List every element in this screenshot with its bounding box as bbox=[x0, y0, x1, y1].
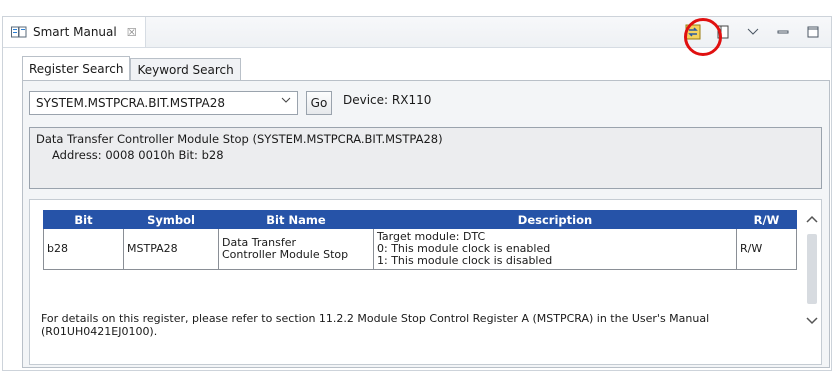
view-titlebar: Smart Manual ☒ bbox=[3, 17, 831, 48]
maximize-icon[interactable] bbox=[805, 24, 821, 40]
minimize-icon[interactable] bbox=[775, 24, 791, 40]
tab-register-search[interactable]: Register Search bbox=[22, 56, 131, 80]
scrollbar-thumb[interactable] bbox=[807, 234, 817, 304]
register-bit-table: Bit Symbol Bit Name Description R/W b28 … bbox=[43, 210, 797, 270]
cell-symbol: MSTPA28 bbox=[123, 228, 219, 270]
link-with-editor-icon[interactable] bbox=[685, 24, 701, 40]
cell-bit-name: Data Transfer Controller Module Stop bbox=[218, 228, 374, 270]
vertical-scrollbar[interactable] bbox=[803, 200, 821, 364]
register-detail-area: Bit Symbol Bit Name Description R/W b28 … bbox=[29, 199, 822, 365]
view-tab-label: Smart Manual bbox=[33, 25, 117, 39]
cell-rw: R/W bbox=[736, 228, 797, 270]
bit-name-line: Controller Module Stop bbox=[222, 248, 349, 261]
manual-reference-note: For details on this register, please ref… bbox=[41, 312, 781, 338]
header-bit-name: Bit Name bbox=[218, 210, 374, 229]
search-tabs: Register Search Keyword Search bbox=[22, 56, 241, 80]
register-search-panel: SYSTEM.MSTPCRA.BIT.MSTPA28 Go Device: RX… bbox=[22, 80, 830, 368]
tab-keyword-search[interactable]: Keyword Search bbox=[130, 58, 241, 80]
header-rw: R/W bbox=[736, 210, 797, 229]
go-button[interactable]: Go bbox=[306, 91, 332, 115]
smart-manual-view-icon bbox=[11, 24, 27, 40]
reference-line: (R01UH0421EJ0100). bbox=[41, 325, 158, 338]
header-description: Description bbox=[373, 210, 737, 229]
register-select-value: SYSTEM.MSTPCRA.BIT.MSTPA28 bbox=[36, 96, 225, 110]
scroll-up-icon[interactable] bbox=[805, 214, 819, 228]
close-icon[interactable]: ☒ bbox=[127, 26, 137, 39]
register-select[interactable]: SYSTEM.MSTPCRA.BIT.MSTPA28 bbox=[29, 91, 298, 115]
cell-description: Target module: DTC 0: This module clock … bbox=[373, 228, 737, 270]
scroll-down-icon[interactable] bbox=[805, 314, 819, 328]
header-bit: Bit bbox=[43, 210, 124, 229]
register-address: Address: 0008 0010h Bit: b28 bbox=[52, 148, 224, 162]
book-icon[interactable] bbox=[715, 24, 731, 40]
register-info-box: Data Transfer Controller Module Stop (SY… bbox=[29, 127, 822, 189]
device-label: Device: RX110 bbox=[343, 93, 432, 107]
view-menu-icon[interactable] bbox=[745, 24, 761, 40]
cell-bit: b28 bbox=[43, 228, 124, 270]
table-row: b28 MSTPA28 Data Transfer Controller Mod… bbox=[43, 228, 797, 270]
chevron-down-icon[interactable] bbox=[281, 95, 291, 108]
table-header-row: Bit Symbol Bit Name Description R/W bbox=[43, 210, 797, 229]
description-line: 1: This module clock is disabled bbox=[377, 254, 553, 267]
view-tab-smart-manual[interactable]: Smart Manual ☒ bbox=[3, 17, 146, 47]
header-symbol: Symbol bbox=[123, 210, 219, 229]
reference-line: For details on this register, please ref… bbox=[41, 312, 710, 325]
register-description: Data Transfer Controller Module Stop (SY… bbox=[36, 132, 443, 146]
view-toolbar bbox=[685, 17, 821, 47]
